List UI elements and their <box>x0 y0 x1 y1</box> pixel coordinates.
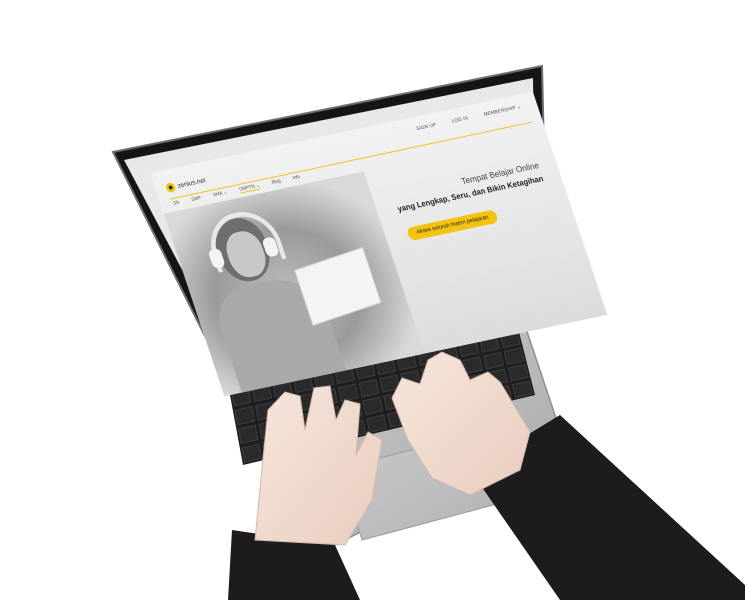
nav-sma[interactable]: SMA ⌄ <box>212 190 228 199</box>
keyboard-key <box>234 405 255 426</box>
keyboard-key <box>503 347 525 365</box>
membership-link[interactable]: MEMBERSHIP ⌄ <box>483 104 522 117</box>
nav-sd[interactable]: SD <box>172 200 180 208</box>
site-logo[interactable]: zenius.net <box>164 175 207 194</box>
keyboard-key <box>358 378 380 398</box>
keyboard-key <box>362 396 384 416</box>
signup-link[interactable]: SIGN UP <box>416 122 438 132</box>
login-link[interactable]: LOG IN <box>451 115 469 124</box>
nav-info[interactable]: Info <box>292 174 301 182</box>
keyboard-key <box>241 443 263 463</box>
zenius-logo-icon <box>164 181 177 194</box>
keyboard-key <box>337 383 359 403</box>
nav-smp[interactable]: SMP <box>191 195 203 204</box>
cta-button[interactable]: Akses seluruh materi pelajaran <box>405 209 500 242</box>
nav-umptn[interactable]: UMPTN ⌄ <box>238 182 261 194</box>
hero-text: Tempat Belajar Online yang Lengkap, Seru… <box>346 160 545 223</box>
logo-text: zenius.net <box>176 176 207 190</box>
keyboard-key <box>482 351 505 370</box>
nav-blog[interactable]: Blog <box>271 178 282 186</box>
keyboard-key <box>237 424 259 445</box>
